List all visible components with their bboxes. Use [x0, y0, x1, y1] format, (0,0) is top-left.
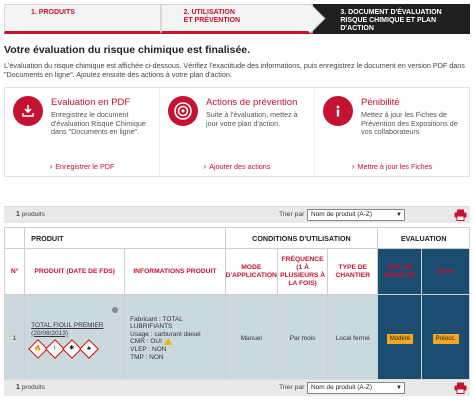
mode-cell: Manuel — [224, 294, 278, 383]
row-number: 1 — [3, 294, 26, 383]
status-badge: Modéré — [386, 333, 414, 344]
chevron-right-icon: › — [351, 162, 355, 171]
add-actions-link[interactable]: › Ajouter des actions — [166, 162, 308, 171]
info-line: VLEP : NON — [130, 346, 167, 354]
print-icon[interactable] — [454, 382, 467, 394]
sante-cell: Préocc. — [421, 294, 470, 383]
chevron-right-icon: › — [203, 162, 207, 171]
card-penibilite: Pénibilité Mettez à jour les Fiches de P… — [314, 88, 469, 176]
ghs-pictograms: 🔥 ! ✱ ♣ — [28, 338, 124, 359]
info-line: Usage : carburant diesel — [130, 330, 201, 338]
table-row: 1 TOTAL FIOUL PREMIER (20/08/2013) 🔥 ! ✱… — [3, 294, 470, 383]
column-header: MODE D'APPLICATION — [224, 248, 278, 295]
card-actions: Actions de prévention Suite à l'évaluati… — [159, 88, 314, 176]
card-description: Mettez à jour les Fiches de Prévention d… — [361, 110, 458, 136]
column-header: TYPE DE CHANTIER — [327, 248, 379, 295]
table-toolbar-bottom: 1 produits Trier par Nom de produit (A-Z… — [4, 379, 470, 396]
card-title: Evaluation en PDF — [51, 97, 131, 108]
progress-steps: 1. PRODUITS 2. UTILISATION ET PRÉVENTION… — [4, 4, 471, 34]
step-document[interactable]: 3. DOCUMENT D'ÉVALUATION RISQUE CHIMIQUE… — [313, 4, 471, 34]
group-header-evaluation: EVALUATION — [377, 227, 470, 249]
chevron-right-icon: › — [49, 162, 53, 171]
evaluation-table: PRODUIT CONDITIONS D'UTILISATION EVALUAT… — [3, 227, 470, 383]
page-title: Votre évaluation du risque chimique est … — [4, 44, 251, 56]
column-header: INFLAM MABILITÉ — [377, 248, 423, 295]
column-header: Santé — [421, 248, 470, 295]
save-pdf-link[interactable]: › Enregistrer le PDF — [11, 162, 153, 171]
print-icon[interactable] — [454, 209, 467, 221]
download-icon — [13, 96, 43, 126]
card-title: Actions de prévention — [206, 97, 298, 108]
card-pdf: Evaluation en PDF Enregistrez le documen… — [5, 88, 159, 176]
sort-select[interactable]: Nom de produit (A-Z) ▼ — [307, 209, 405, 221]
update-sheets-link[interactable]: › Mettre à jour les Fiches — [321, 162, 463, 171]
column-header: N° — [3, 248, 26, 295]
info-line: Fabricant : TOTAL LUBRIFIANTS — [130, 315, 183, 331]
status-dot-icon — [112, 307, 119, 313]
column-header: INFORMATIONS PRODUIT — [124, 248, 226, 295]
sort-label: Trier par — [279, 384, 305, 391]
product-date-link[interactable]: (20/08/2013) — [31, 330, 124, 337]
card-description: Suite à l'évaluation, mettez à jour votr… — [206, 110, 298, 128]
column-header: PRODUIT (DATE DE FDS) — [24, 248, 126, 295]
frequence-cell: Par mois — [276, 294, 329, 383]
sort-select[interactable]: Nom de produit (A-Z) ▼ — [307, 382, 405, 394]
product-cell: TOTAL FIOUL PREMIER (20/08/2013) 🔥 ! ✱ ♣ — [24, 294, 126, 383]
status-badge: Préocc. — [432, 333, 459, 344]
product-count: 1 produits — [16, 384, 45, 391]
target-icon — [168, 96, 198, 126]
inflammabilite-cell: Modéré — [377, 294, 423, 383]
intro-text: L'évaluation du risque chimique est affi… — [4, 61, 465, 79]
card-title: Pénibilité — [361, 97, 400, 108]
info-icon — [323, 96, 353, 126]
card-description: Enregistrez le document d'évaluation Ris… — [51, 110, 146, 136]
step-utilisation[interactable]: 2. UTILISATION ET PRÉVENTION — [160, 4, 314, 34]
info-line: CMR : OUI — [130, 338, 225, 346]
chevron-down-icon: ▼ — [396, 212, 402, 218]
sort-label: Trier par — [279, 211, 305, 218]
chevron-down-icon: ▼ — [396, 385, 402, 391]
product-name-link[interactable]: TOTAL FIOUL PREMIER — [31, 322, 124, 329]
product-count: 1 produits — [16, 211, 45, 218]
group-header-conditions: CONDITIONS D'UTILISATION — [224, 227, 379, 249]
info-line: TMP : NON — [130, 353, 164, 361]
step-produits[interactable]: 1. PRODUITS — [4, 4, 161, 34]
action-cards: Evaluation en PDF Enregistrez le documen… — [4, 87, 470, 177]
warning-icon — [163, 338, 172, 346]
group-header-produit: PRODUIT — [24, 227, 226, 249]
column-header: FRÉQUENCE (1 À PLUSIEURS À LA FOIS) — [276, 248, 329, 295]
product-info-cell: Fabricant : TOTAL LUBRIFIANTS Usage : ca… — [124, 294, 226, 383]
environment-icon: ♣ — [79, 338, 100, 359]
chantier-cell: Local fermé — [327, 294, 379, 383]
table-toolbar-top: 1 produits Trier par Nom de produit (A-Z… — [4, 206, 470, 223]
